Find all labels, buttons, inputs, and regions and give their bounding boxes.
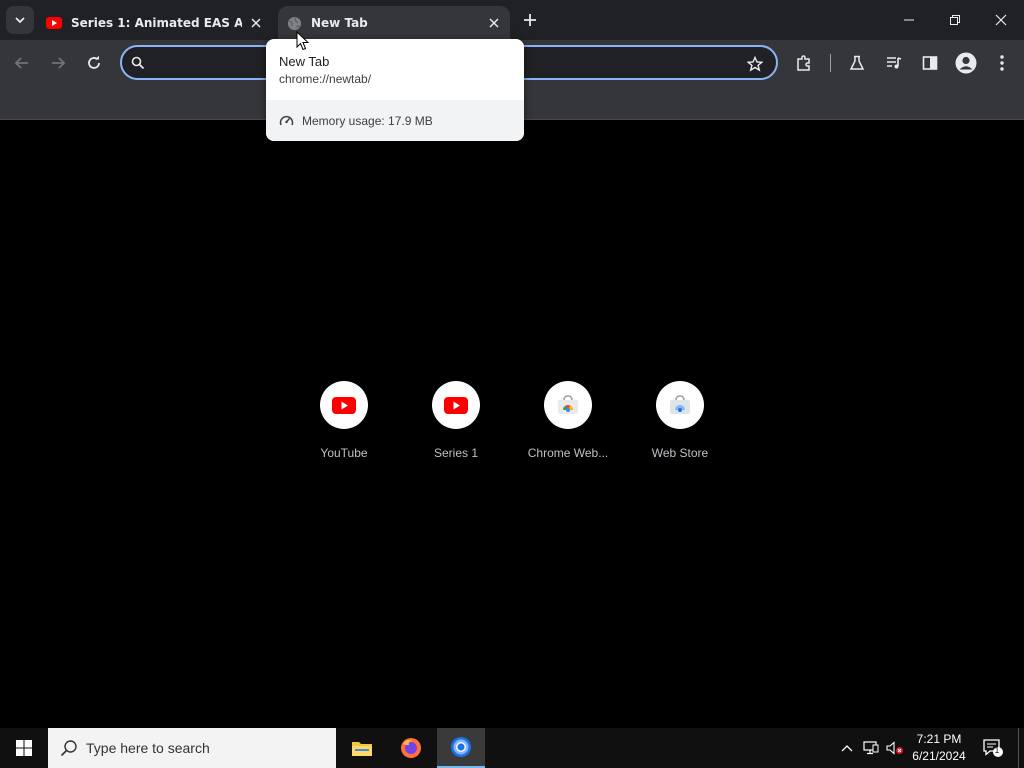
media-queue-icon	[887, 57, 902, 69]
minimize-button[interactable]	[886, 0, 932, 40]
tab-series-1[interactable]: Series 1: Animated EAS Alarms	[38, 6, 272, 40]
tab-title: Series 1: Animated EAS Alarms	[71, 16, 242, 30]
forward-arrow-icon	[52, 57, 66, 69]
volume-muted-icon	[886, 741, 903, 755]
plus-icon	[524, 14, 536, 26]
folder-icon	[352, 742, 372, 756]
show-hidden-icons-button[interactable]	[836, 728, 858, 768]
taskbar-file-explorer[interactable]	[338, 728, 386, 768]
kebab-menu-icon	[1000, 55, 1004, 71]
tab-new-tab[interactable]: New Tab	[278, 6, 510, 40]
new-tab-page: YouTube Series 1 Chrome Web... Web Store	[0, 121, 1024, 728]
taskbar-search-placeholder: Type here to search	[86, 740, 210, 756]
toolbar-separator	[830, 54, 831, 72]
shortcut-label: YouTube	[320, 446, 368, 460]
tab-strip: Series 1: Animated EAS Alarms New Tab	[0, 0, 1024, 40]
close-icon[interactable]	[248, 15, 264, 31]
media-controls-button[interactable]	[880, 49, 908, 77]
start-button[interactable]	[0, 728, 48, 768]
back-button[interactable]	[8, 49, 36, 77]
side-panel-icon	[922, 56, 938, 70]
reload-icon	[88, 55, 100, 69]
shortcut-chrome-web-store[interactable]: Chrome Web...	[518, 381, 618, 460]
web-store-icon	[670, 395, 690, 414]
reload-button[interactable]	[80, 49, 108, 77]
tab-search-button[interactable]	[6, 6, 34, 34]
firefox-icon	[401, 738, 421, 758]
volume-button[interactable]	[884, 728, 906, 768]
labs-button[interactable]	[843, 49, 871, 77]
shortcut-tile	[432, 381, 480, 429]
tab-title: New Tab	[311, 16, 368, 30]
extensions-button[interactable]	[790, 49, 818, 77]
shortcut-label: Chrome Web...	[527, 446, 609, 460]
avatar-icon	[955, 52, 977, 74]
side-panel-button[interactable]	[916, 49, 944, 77]
taskbar-search-box[interactable]: Type here to search	[48, 728, 336, 768]
memory-usage-text: Memory usage: 17.9 MB	[302, 113, 433, 128]
shortcut-tile	[320, 381, 368, 429]
screen: Series 1: Animated EAS Alarms New Tab	[0, 0, 1024, 768]
tab-hover-card: New Tab chrome://newtab/ Memory usage: 1…	[266, 39, 524, 141]
search-icon	[60, 740, 77, 757]
mouse-cursor-icon	[296, 31, 310, 51]
star-icon	[747, 56, 763, 72]
shortcut-tile	[544, 381, 592, 429]
clock-time: 7:21 PM	[916, 732, 962, 746]
chevron-up-icon	[841, 745, 853, 752]
search-icon	[131, 56, 145, 70]
network-icon	[863, 741, 879, 755]
hover-card-url: chrome://newtab/	[279, 72, 372, 86]
shortcut-series-1[interactable]: Series 1	[406, 381, 506, 460]
chevron-down-icon	[15, 17, 25, 24]
bookmark-star-button[interactable]	[744, 53, 766, 75]
restore-button[interactable]	[932, 0, 978, 40]
profile-button[interactable]	[952, 49, 980, 77]
shortcut-label: Series 1	[433, 446, 479, 460]
network-button[interactable]	[860, 728, 882, 768]
hover-card-title: New Tab	[279, 54, 330, 69]
close-icon[interactable]	[486, 15, 502, 31]
windows-logo-icon	[16, 740, 32, 756]
youtube-icon	[332, 396, 356, 414]
restore-icon	[950, 15, 960, 25]
clock-date: 6/21/2024	[912, 749, 966, 763]
notification-center-button[interactable]: 1	[978, 728, 1008, 768]
menu-button[interactable]	[988, 49, 1016, 77]
close-icon	[995, 14, 1007, 26]
shortcut-web-store[interactable]: Web Store	[630, 381, 730, 460]
shortcut-youtube[interactable]: YouTube	[294, 381, 394, 460]
show-desktop-separator[interactable]	[1018, 728, 1019, 768]
taskbar-chrome[interactable]	[437, 728, 485, 768]
youtube-icon	[444, 396, 468, 414]
hover-card-memory: Memory usage: 17.9 MB	[266, 100, 524, 141]
shortcut-tile	[656, 381, 704, 429]
forward-button[interactable]	[44, 49, 72, 77]
taskbar-clock[interactable]: 7:21 PM 6/21/2024	[904, 731, 974, 765]
flask-icon	[849, 55, 865, 70]
chrome-web-store-icon	[558, 395, 578, 414]
back-arrow-icon	[14, 57, 28, 69]
chrome-icon	[451, 737, 471, 757]
new-tab-button[interactable]	[518, 8, 542, 32]
minimize-icon	[904, 19, 914, 21]
taskbar-firefox[interactable]	[387, 728, 435, 768]
taskbar: Type here to search 7:21 PM 6/21/2024 1	[0, 728, 1024, 768]
notification-count: 1	[994, 746, 1000, 755]
puzzle-icon	[797, 55, 810, 71]
shortcut-label: Web Store	[651, 446, 709, 460]
globe-icon	[286, 15, 302, 31]
youtube-icon	[46, 15, 62, 31]
close-window-button[interactable]	[978, 0, 1024, 40]
gauge-icon	[279, 115, 294, 126]
